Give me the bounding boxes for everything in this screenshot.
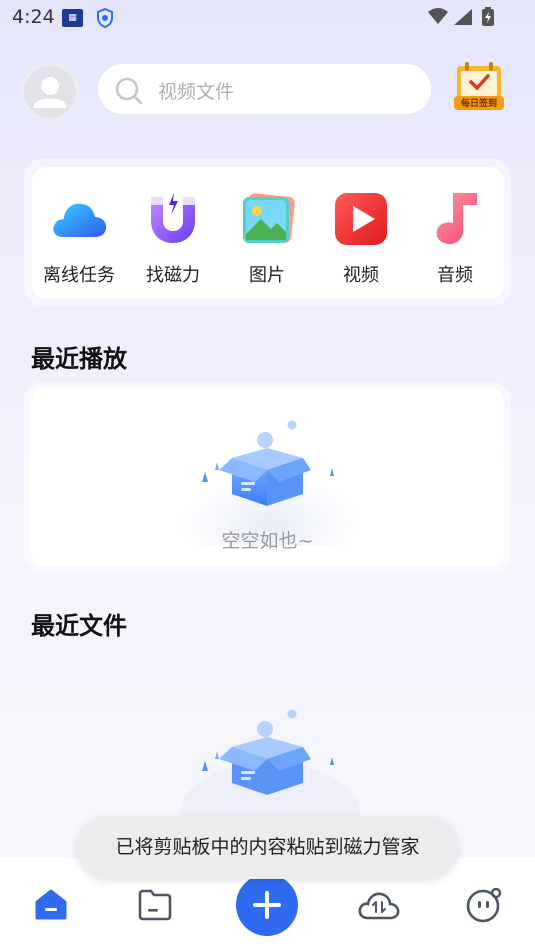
nav-files[interactable] (137, 888, 173, 926)
music-note-icon (436, 193, 477, 245)
quick-action-label: 离线任务 (43, 265, 115, 286)
image-icon (243, 193, 295, 243)
quick-action-offline-tasks[interactable]: 离线任务 (32, 167, 126, 299)
play-icon (335, 193, 387, 245)
profile-icon (466, 887, 502, 923)
quick-action-label: 音频 (437, 265, 473, 286)
nav-cloud-transfer[interactable] (357, 888, 401, 926)
quick-action-videos[interactable]: 视频 (314, 167, 408, 299)
recent-files-title: 最近文件 (31, 612, 127, 640)
search-bar[interactable]: 视频文件 (98, 64, 431, 114)
nav-home[interactable] (33, 888, 69, 926)
toast-message: 已将剪贴板中的内容粘贴到磁力管家 (77, 816, 458, 879)
magnet-icon (151, 193, 195, 243)
cloud-icon (53, 203, 107, 237)
daily-checkin-button[interactable]: 每日签到 (452, 60, 506, 114)
notification-app-icon: ▦ (62, 9, 83, 27)
quick-action-find-magnet[interactable]: 找磁力 (126, 167, 220, 299)
status-icons (426, 6, 506, 32)
quick-action-images[interactable]: 图片 (220, 167, 314, 299)
avatar[interactable] (24, 66, 76, 118)
quick-action-audio[interactable]: 音频 (408, 167, 502, 299)
cloud-transfer-icon (358, 892, 400, 920)
recent-play-title: 最近播放 (31, 345, 127, 373)
quick-action-label: 图片 (249, 265, 285, 286)
recent-play-empty-text: 空空如也~ (221, 530, 314, 552)
status-time: 4:24 (12, 6, 55, 28)
recent-play-card: 空空如也~ (31, 388, 504, 566)
shield-icon (96, 7, 114, 32)
search-placeholder: 视频文件 (158, 81, 235, 103)
nav-profile[interactable] (465, 886, 503, 928)
search-icon (115, 77, 143, 105)
add-icon (253, 891, 281, 919)
quick-action-label: 找磁力 (146, 265, 200, 286)
quick-action-label: 视频 (343, 265, 379, 286)
user-icon (34, 77, 66, 108)
folder-icon (138, 889, 172, 921)
add-button[interactable] (236, 874, 298, 936)
checkin-label: 每日签到 (460, 99, 497, 109)
home-icon (35, 889, 67, 920)
quick-actions-panel: 离线任务 找磁力 图片 视频 音频 (32, 167, 504, 299)
